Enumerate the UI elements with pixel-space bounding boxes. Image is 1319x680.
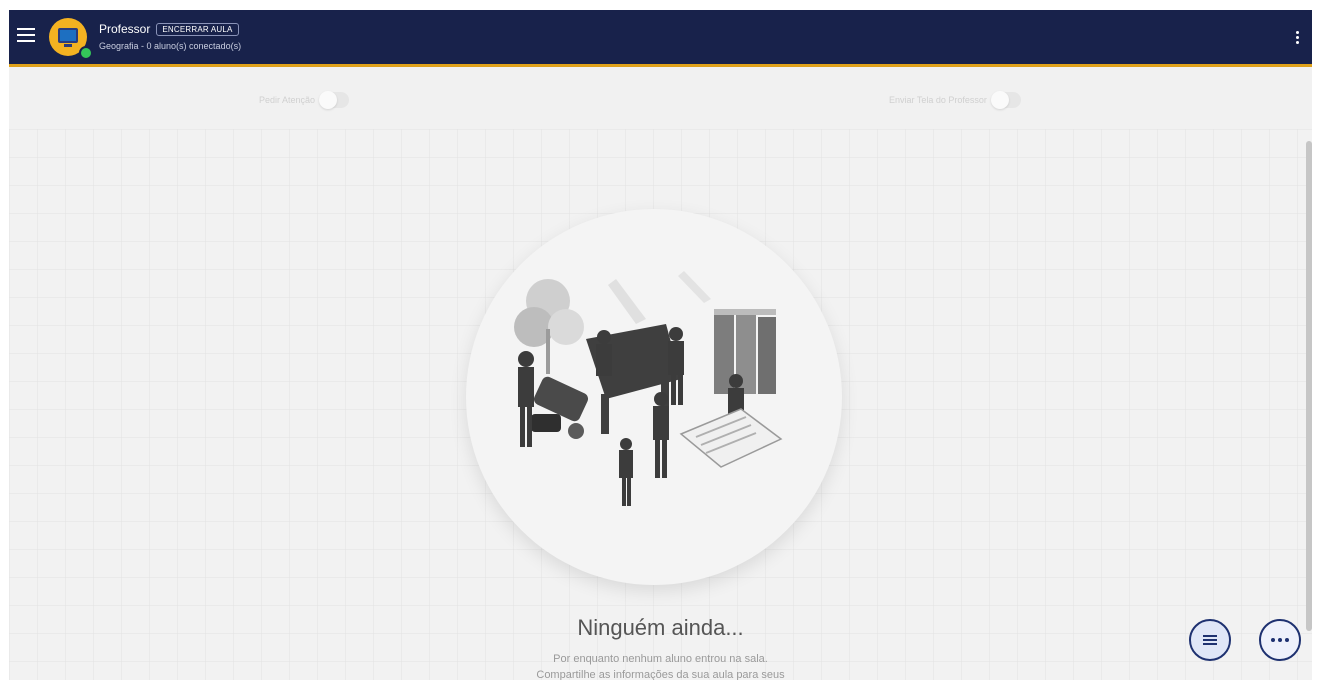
share-screen-toggle[interactable] — [990, 91, 1021, 109]
online-status-dot — [79, 46, 93, 60]
share-screen-toggle-group: Enviar Tela do Professor — [889, 91, 1021, 109]
attention-toggle-label: Pedir Atenção — [259, 95, 316, 105]
attention-toggle-group: Pedir Atenção — [259, 91, 350, 109]
students-area: Ninguém ainda... Por enquanto nenhum alu… — [9, 129, 1312, 680]
app-bar: Professor ENCERRAR AULA Geografia - 0 al… — [9, 10, 1312, 67]
class-logo — [49, 18, 93, 60]
more-horizontal-icon — [1271, 638, 1289, 642]
empty-state-line-2: Compartilhe as informações da sua aula p… — [536, 669, 785, 680]
empty-state-line-1: Por enquanto nenhum aluno entrou na sala… — [553, 653, 768, 665]
empty-state-illustration — [466, 209, 842, 585]
classroom-illustration — [514, 271, 783, 506]
hamburger-icon[interactable] — [17, 28, 35, 46]
list-icon — [1203, 633, 1217, 647]
share-screen-toggle-label: Enviar Tela do Professor — [889, 95, 987, 105]
empty-state-title: Ninguém ainda... — [577, 615, 744, 640]
more-options-button[interactable] — [1259, 619, 1301, 661]
vertical-scrollbar[interactable] — [1306, 141, 1312, 631]
controls-toolbar: Pedir Atenção Enviar Tela do Professor — [9, 67, 1312, 129]
kebab-icon[interactable] — [1296, 31, 1300, 46]
list-view-button[interactable] — [1189, 619, 1231, 661]
app-title: Professor — [99, 22, 151, 36]
app-window: Professor ENCERRAR AULA Geografia - 0 al… — [9, 10, 1312, 680]
end-class-button[interactable]: ENCERRAR AULA — [156, 22, 239, 36]
empty-state-description: Por enquanto nenhum aluno entrou na sala… — [9, 651, 1312, 680]
monitor-icon — [58, 28, 78, 43]
attention-toggle[interactable] — [319, 91, 350, 109]
class-subtitle: Geografia - 0 aluno(s) conectado(s) — [99, 41, 242, 51]
